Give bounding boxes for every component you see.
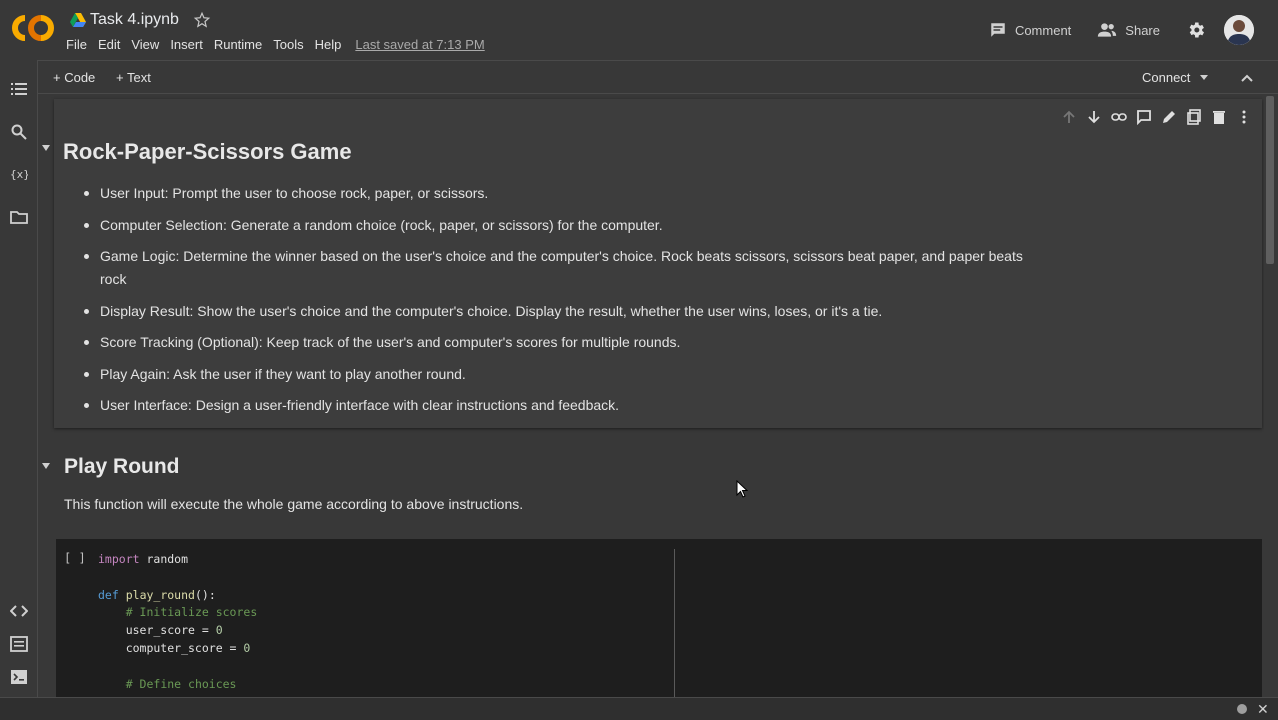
edit-icon[interactable] [1161,109,1177,125]
connect-label: Connect [1142,70,1191,85]
app-header: Task 4.ipynb File Edit View Insert Runti… [0,0,1278,60]
list-item: Score Tracking (Optional): Keep track of… [83,331,1043,354]
chevron-down-icon [1200,75,1209,80]
menu-file[interactable]: File [66,37,87,52]
collapse-section-toggle[interactable] [42,145,50,151]
files-icon[interactable] [10,208,28,226]
cell-toolbar [1052,109,1252,125]
menu-view[interactable]: View [131,37,159,52]
list-item: Computer Selection: Generate a random ch… [83,214,1043,237]
toc-icon[interactable] [10,80,28,98]
code-line: def play_round(): [98,587,216,602]
code-line: import random [98,552,189,566]
list-item: Game Logic: Determine the winner based o… [83,245,1043,291]
run-cell-button[interactable]: [ ] [64,551,86,565]
notebook-content: Rock-Paper-Scissors Game User Input: Pro… [38,95,1264,697]
link-icon[interactable] [1111,109,1127,125]
list-item: Play Again: Ask the user if they want to… [83,363,1043,386]
chevron-up-icon[interactable] [1240,71,1254,85]
command-palette-icon[interactable] [10,635,28,653]
notebook-title[interactable]: Task 4.ipynb [90,11,179,29]
colab-logo[interactable] [12,14,54,42]
list-item: User Interface: Design a user-friendly i… [83,394,1043,417]
mouse-cursor-icon [736,480,748,498]
status-bar: ✕ [0,697,1278,720]
section-heading: Play Round [64,455,180,478]
code-line: user_score = 0 [98,623,223,638]
last-saved-link[interactable]: Last saved at 7:13 PM [355,37,484,52]
scrollbar-thumb[interactable] [1266,96,1274,264]
move-down-icon[interactable] [1086,109,1102,125]
variables-icon[interactable]: {x} [10,165,28,183]
comment-button[interactable]: Comment [989,21,1071,39]
add-code-button[interactable]: + Code [53,70,95,85]
menu-edit[interactable]: Edit [98,37,120,52]
code-line: computer_score = 0 [98,640,251,655]
code-cell[interactable]: [ ] import random def play_round(): # In… [56,539,1262,697]
instruction-list: User Input: Prompt the user to choose ro… [83,182,1043,426]
menu-help[interactable]: Help [315,37,342,52]
line-length-ruler [674,549,675,697]
comment-cell-icon[interactable] [1136,109,1152,125]
drive-icon [70,13,86,27]
text-paragraph: This function will execute the whole gam… [64,496,524,512]
terminal-icon[interactable] [10,668,28,686]
add-text-button[interactable]: + Text [116,70,151,85]
comment-label: Comment [1014,22,1072,38]
code-line: # Define choices [125,676,237,691]
connect-button[interactable]: Connect [1142,70,1209,85]
close-icon[interactable]: ✕ [1257,701,1269,718]
status-indicator-icon [1237,704,1247,714]
menu-tools[interactable]: Tools [273,37,303,52]
menu-runtime[interactable]: Runtime [214,37,262,52]
collapse-section-toggle[interactable] [42,463,50,469]
search-icon[interactable] [10,123,28,141]
share-icon [1098,23,1117,37]
menu-bar: File Edit View Insert Runtime Tools Help… [66,37,485,52]
account-avatar[interactable] [1224,15,1254,45]
code-editor[interactable]: import random def play_round(): # Initia… [98,551,257,693]
code-line: # Initialize scores [125,605,258,620]
mirror-cell-icon[interactable] [1186,109,1202,125]
section-heading: Rock-Paper-Scissors Game [63,139,352,164]
side-rail: {x} [0,60,38,697]
notebook-toolbar: + Code + Text Connect [38,60,1278,94]
star-icon[interactable] [193,11,211,29]
delete-icon[interactable] [1211,109,1227,125]
avatar-image [1224,15,1254,45]
more-vert-icon[interactable] [1236,109,1252,125]
code-snippets-icon[interactable] [10,602,28,620]
text-cell[interactable]: Rock-Paper-Scissors Game User Input: Pro… [42,99,1262,428]
menu-insert[interactable]: Insert [170,37,203,52]
move-up-icon[interactable] [1061,109,1077,125]
comment-icon [991,23,1005,37]
list-item: User Input: Prompt the user to choose ro… [83,182,1043,205]
share-label: Share [1125,22,1160,38]
gear-icon[interactable] [1186,20,1206,40]
svg-text:{x}: {x} [10,168,28,181]
share-button[interactable]: Share [1097,21,1160,39]
list-item: Display Result: Show the user's choice a… [83,300,1043,323]
